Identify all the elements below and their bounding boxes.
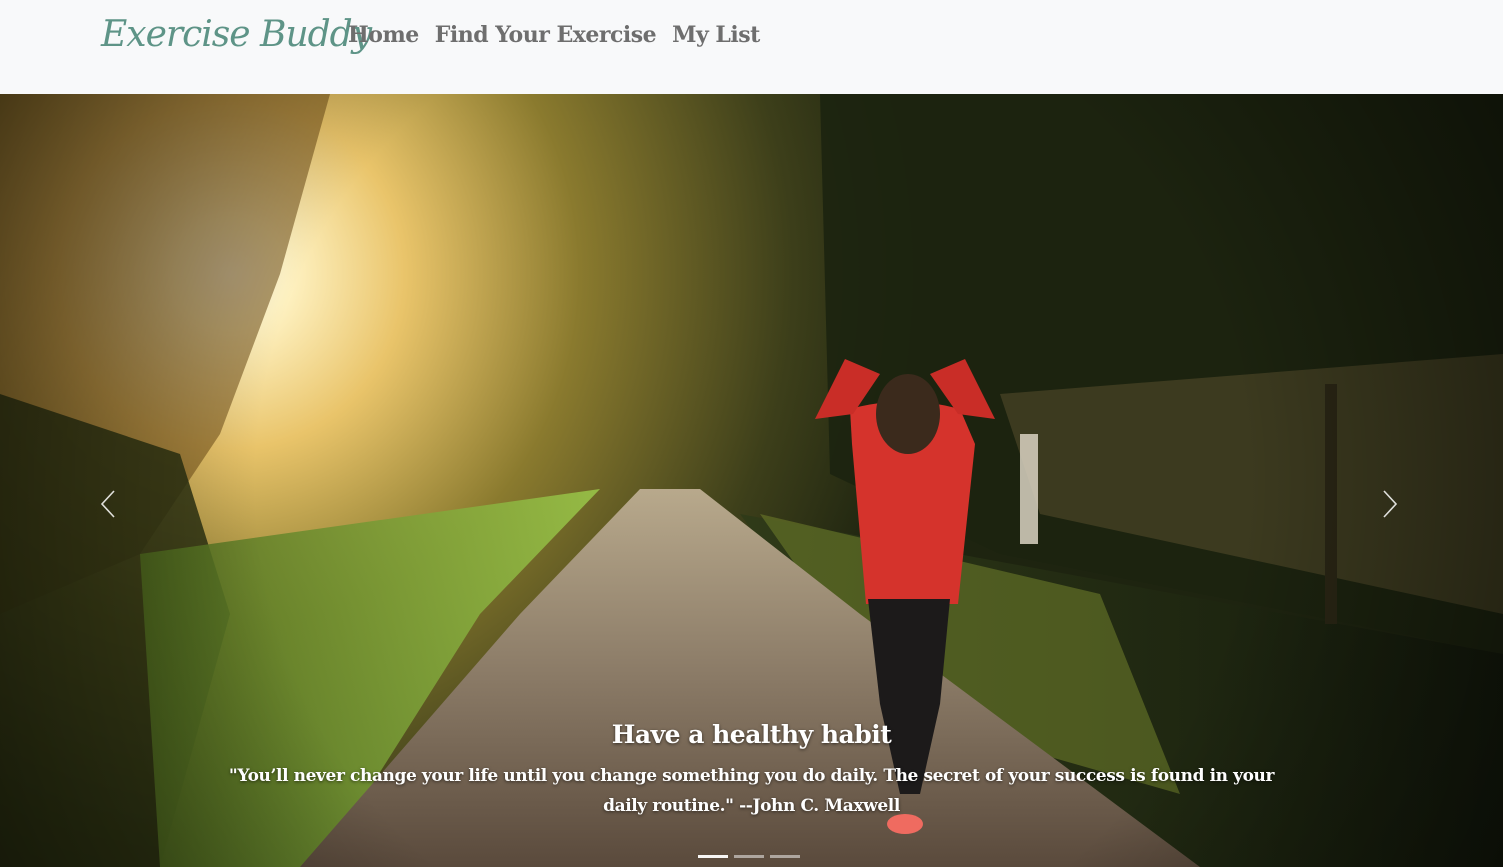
carousel-indicators	[698, 855, 800, 858]
carousel-caption: Have a healthy habit "You’ll never chang…	[200, 714, 1303, 821]
carousel-indicator-2[interactable]	[734, 855, 764, 858]
nav-link-my-list[interactable]: My List	[672, 22, 760, 48]
carousel-next-button[interactable]	[1374, 489, 1404, 519]
caption-quote: "You’ll never change your life until you…	[228, 766, 1275, 816]
chevron-right-icon	[1383, 490, 1398, 518]
carousel-indicator-3[interactable]	[770, 855, 800, 858]
hero-carousel: Have a healthy habit "You’ll never chang…	[0, 94, 1503, 867]
carousel-indicator-1[interactable]	[698, 855, 728, 858]
nav-link-home[interactable]: Home	[348, 22, 419, 48]
navbar: Exercise Buddy Home Find Your Exercise M…	[0, 0, 1503, 94]
caption-title: Have a healthy habit	[611, 720, 892, 749]
brand-logo[interactable]: Exercise Buddy	[101, 14, 372, 55]
chevron-left-icon	[100, 490, 115, 518]
nav-links: Home Find Your Exercise My List	[348, 22, 760, 48]
nav-link-find-your-exercise[interactable]: Find Your Exercise	[435, 22, 657, 48]
carousel-prev-button[interactable]	[94, 489, 124, 519]
